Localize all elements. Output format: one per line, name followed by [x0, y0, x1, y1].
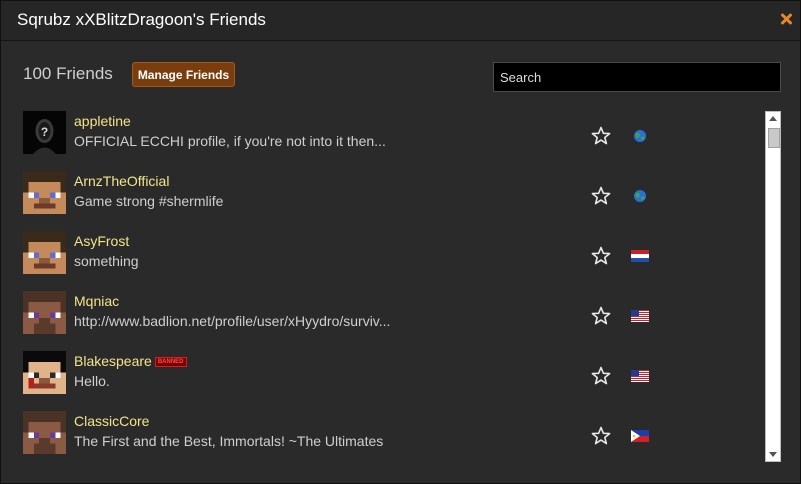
friend-row[interactable]: AsyFrost something [23, 231, 743, 275]
friend-name-text[interactable]: ArnzTheOfficial [74, 173, 169, 189]
friend-name-text[interactable]: AsyFrost [74, 233, 129, 249]
avatar[interactable] [23, 231, 66, 274]
banned-badge: BANNED [154, 357, 187, 368]
friend-status: Game strong #shermlife [74, 193, 224, 209]
globe-flag-icon [631, 189, 649, 202]
friend-status: Hello. [74, 373, 110, 389]
friend-row[interactable]: Mqniac http://www.badlion.net/profile/use… [23, 291, 743, 335]
star-icon[interactable] [591, 246, 611, 266]
friend-name[interactable]: ClassicCore [74, 413, 149, 429]
scrollbar-thumb[interactable] [768, 128, 780, 148]
friends-dialog: Sqrubz xXBlitzDragoon's Friends 100 Frie… [0, 0, 801, 484]
friend-count: 100 Friends [23, 64, 113, 83]
netherlands-flag-icon [631, 249, 649, 262]
friend-row[interactable]: ? appletine OFFICIAL ECCHI profile, if you… [23, 111, 743, 155]
philippines-flag-icon [631, 429, 649, 442]
star-icon[interactable] [591, 186, 611, 206]
scrollbar[interactable] [765, 111, 781, 462]
manage-friends-button[interactable]: Manage Friends [132, 62, 235, 87]
avatar[interactable] [23, 411, 66, 454]
friend-status: OFFICIAL ECCHI profile, if you're not in… [74, 133, 386, 149]
avatar[interactable] [23, 171, 66, 214]
friend-status: The First and the Best, Immortals! ~The … [74, 433, 384, 449]
friend-row[interactable]: ClassicCore The First and the Best, Immor… [23, 411, 743, 455]
dialog-title: Sqrubz xXBlitzDragoon's Friends [17, 10, 266, 29]
avatar[interactable]: ? [23, 111, 66, 154]
scroll-up-icon[interactable] [769, 116, 777, 121]
dialog-header: Sqrubz xXBlitzDragoon's Friends [1, 1, 800, 41]
scroll-down-icon[interactable] [769, 452, 777, 457]
friend-name-text[interactable]: appletine [74, 113, 131, 129]
avatar[interactable] [23, 351, 66, 394]
friend-status: something [74, 253, 139, 269]
friend-name[interactable]: appletine [74, 113, 131, 129]
close-icon[interactable] [780, 13, 792, 25]
friend-name[interactable]: AsyFrost [74, 233, 129, 249]
globe-flag-icon [631, 129, 649, 142]
friend-name[interactable]: Mqniac [74, 293, 119, 309]
usa-flag-icon [631, 309, 649, 322]
star-icon[interactable] [591, 426, 611, 446]
avatar[interactable] [23, 291, 66, 334]
usa-flag-icon [631, 369, 649, 382]
star-icon[interactable] [591, 306, 611, 326]
search-input[interactable] [493, 62, 781, 92]
friend-status: http://www.badlion.net/profile/user/xHyy… [74, 313, 391, 329]
friend-name[interactable]: ArnzTheOfficial [74, 173, 169, 189]
friend-name-text[interactable]: ClassicCore [74, 413, 149, 429]
friend-name[interactable]: Blakespeare BANNED [74, 353, 187, 369]
friend-name-text[interactable]: Mqniac [74, 293, 119, 309]
friend-list: ? appletine OFFICIAL ECCHI profile, if you… [23, 111, 743, 461]
star-icon[interactable] [591, 366, 611, 386]
svg-text:?: ? [41, 125, 48, 139]
friend-name-text[interactable]: Blakespeare [74, 353, 152, 369]
star-icon[interactable] [591, 126, 611, 146]
friend-row[interactable]: Blakespeare BANNED Hello. [23, 351, 743, 395]
friend-row[interactable]: ArnzTheOfficial Game strong #shermlife [23, 171, 743, 215]
